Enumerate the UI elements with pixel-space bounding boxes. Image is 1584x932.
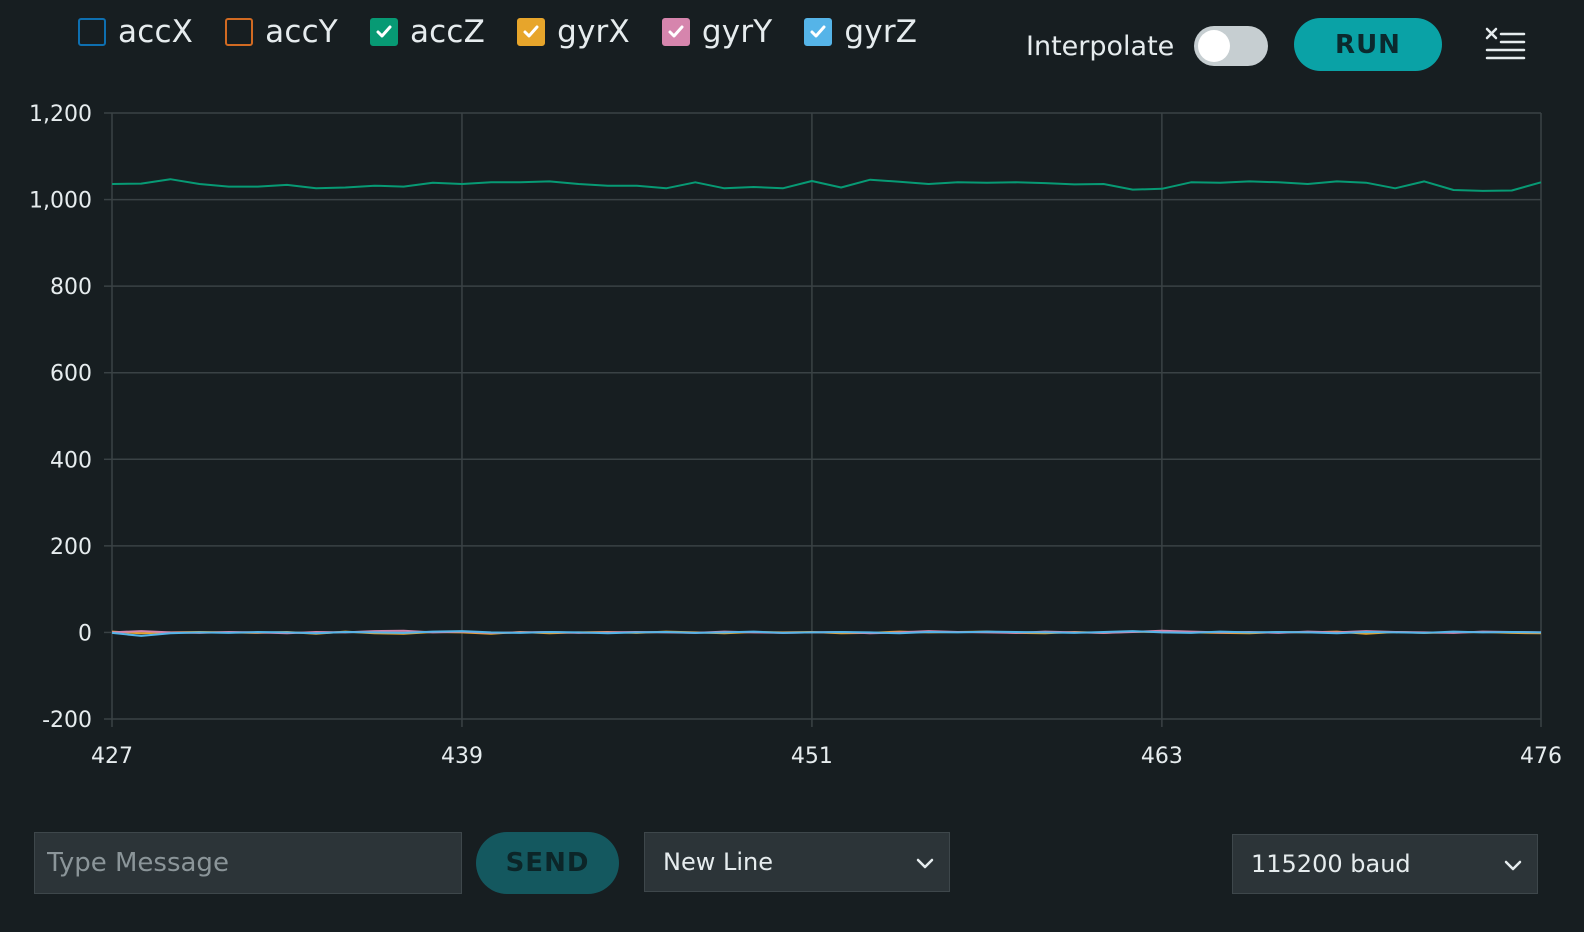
x-tick-label: 451	[791, 744, 833, 769]
chevron-down-icon	[916, 858, 934, 869]
y-tick-label: 1,200	[29, 102, 92, 127]
y-tick-label: 200	[50, 535, 92, 560]
line-ending-select[interactable]: New Line	[644, 832, 950, 892]
line-ending-value: New Line	[663, 848, 773, 876]
chart-grid	[104, 112, 1542, 727]
x-tick-label: 476	[1520, 744, 1562, 769]
baud-rate-select[interactable]: 115200 baud	[1232, 834, 1538, 894]
message-input[interactable]	[34, 832, 462, 894]
x-tick-label: 439	[441, 744, 483, 769]
chevron-down-icon	[1504, 860, 1522, 871]
serial-plot-chart: -200 0 200 400 600 800 1,000 1,200 427 439 451 463 4…	[29, 102, 1562, 769]
y-tick-label: 0	[78, 621, 92, 646]
x-tick-label: 427	[91, 744, 133, 769]
chart-ticks: -200 0 200 400 600 800 1,000 1,200 427 439 451 463 4…	[29, 102, 1562, 769]
send-button[interactable]: SEND	[476, 832, 619, 894]
x-tick-label: 463	[1141, 744, 1183, 769]
y-tick-label: 600	[50, 362, 92, 387]
y-tick-label: 1,000	[29, 189, 92, 214]
y-tick-label: -200	[42, 708, 92, 733]
series-line-accz	[111, 178, 1542, 192]
chart-series	[111, 178, 1542, 637]
y-tick-label: 800	[50, 275, 92, 300]
y-tick-label: 400	[50, 448, 92, 473]
baud-rate-value: 115200 baud	[1251, 850, 1411, 878]
